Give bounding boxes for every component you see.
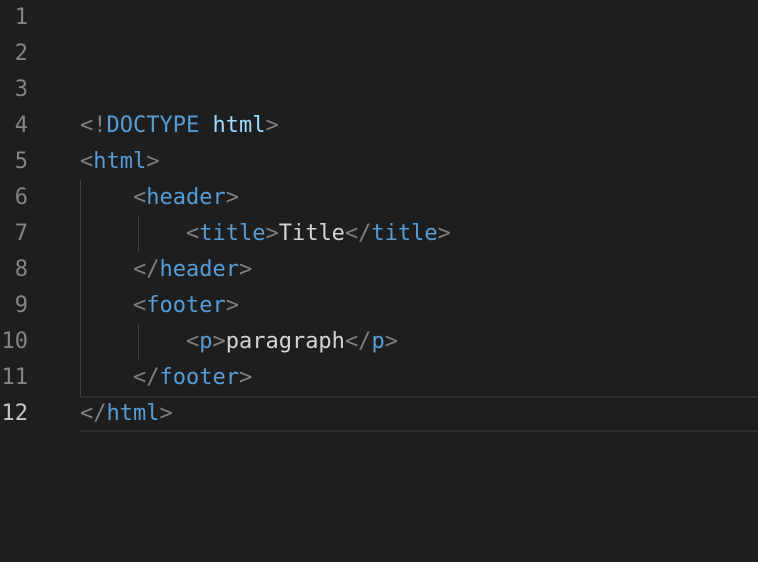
code-text: </header> (80, 257, 252, 282)
code-token: header (146, 185, 226, 210)
code-token: > (212, 329, 226, 354)
code-line[interactable]: 8 </header> (0, 252, 758, 288)
code-line[interactable]: 3 (0, 72, 758, 108)
code-line[interactable]: 6 <header> (0, 180, 758, 216)
code-text: <p>paragraph</p> (80, 329, 398, 354)
code-token: </ (344, 221, 372, 246)
line-number: 9 (14, 293, 28, 318)
code-text: </footer> (80, 365, 252, 390)
code-token: p (199, 329, 213, 354)
line-number: 10 (1, 329, 29, 354)
code-line[interactable]: 5 <html> (0, 144, 758, 180)
line-number: 6 (14, 185, 28, 210)
code-text: <footer> (80, 293, 239, 318)
line-number: 1 (14, 5, 28, 30)
code-token: DOCTYPE (106, 113, 200, 138)
code-line[interactable]: 7 <title>Title</title> (0, 216, 758, 252)
code-token: </ (344, 329, 372, 354)
code-token: > (437, 221, 451, 246)
line-number: 12 (1, 401, 29, 426)
code-token: > (146, 149, 160, 174)
code-token: < (185, 221, 200, 246)
code-token: > (238, 257, 253, 282)
code-line[interactable]: 9 <footer> (0, 288, 758, 324)
code-token: footer (159, 365, 239, 390)
code-token: p (371, 329, 385, 354)
code-text: <header> (80, 185, 239, 210)
code-token: </ (132, 257, 160, 282)
line-number: 8 (14, 257, 28, 282)
code-text: <!DOCTYPE html> (80, 113, 279, 138)
code-token: title (199, 221, 266, 246)
code-token: header (159, 257, 239, 282)
code-line[interactable]: 11 </footer> (0, 360, 758, 396)
code-token: </ (132, 365, 160, 390)
code-text: <html> (80, 149, 159, 174)
code-token: </ (80, 401, 107, 426)
code-token: > (384, 329, 398, 354)
code-token: > (225, 185, 239, 210)
code-token: html (93, 149, 147, 174)
code-line[interactable]: 1 (0, 0, 758, 36)
code-token: > (159, 401, 173, 426)
code-text: <title>Title</title> (80, 221, 451, 246)
line-number: 4 (14, 113, 28, 138)
code-token: title (371, 221, 438, 246)
code-line[interactable]: 2 (0, 36, 758, 72)
code-token: html (106, 401, 160, 426)
code-editor[interactable]: 1 2 3 4 <!DOCTYPE html> 5 <html> 6 <header> 7 <t… (0, 0, 758, 562)
code-line[interactable]: 10 <p>paragraph</p> (0, 324, 758, 360)
code-token: footer (146, 293, 226, 318)
code-line[interactable]: 12 </html> (0, 396, 758, 432)
line-number: 5 (14, 149, 28, 174)
line-number: 3 (14, 77, 28, 102)
code-token: > (225, 293, 239, 318)
code-token: Title (278, 221, 345, 246)
code-text: </html> (80, 401, 173, 426)
indent-guide (138, 324, 139, 360)
code-token: < (132, 185, 147, 210)
line-number: 7 (14, 221, 28, 246)
code-token: paragraph (225, 329, 345, 354)
indent-guide (138, 216, 139, 252)
code-line[interactable]: 4 <!DOCTYPE html> (0, 108, 758, 144)
line-number: 11 (1, 365, 29, 390)
code-token: > (265, 221, 279, 246)
code-token: html (212, 113, 266, 138)
code-token: < (185, 329, 200, 354)
code-token: < (80, 149, 94, 174)
code-token: < (132, 293, 147, 318)
code-token: > (238, 365, 253, 390)
indent-guide (80, 180, 81, 396)
code-token: > (265, 113, 279, 138)
line-number: 2 (14, 41, 28, 66)
code-token: <! (80, 113, 107, 138)
